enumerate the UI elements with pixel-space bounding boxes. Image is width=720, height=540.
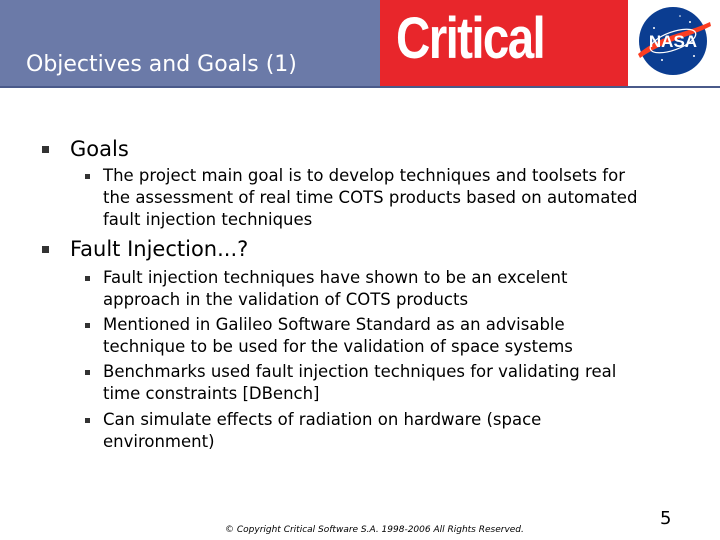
copyright-notice: © Copyright Critical Software S.A. 1998-… (225, 525, 524, 535)
sub-bullet-marker (85, 323, 90, 328)
bullet-line: the assessment of real time COTS product… (103, 188, 638, 207)
nasa-logo-text: NASA (649, 32, 697, 51)
fault-injection-bullet-1: Fault injection techniques have shown to… (103, 267, 567, 311)
slide-title: Objectives and Goals (1) (26, 52, 297, 77)
bullet-line: fault injection techniques (103, 210, 313, 229)
bullet-line: environment) (103, 432, 215, 451)
bullet-line: The project main goal is to develop tech… (103, 166, 625, 185)
header-rule (0, 86, 720, 88)
fault-injection-bullet-3: Benchmarks used fault injection techniqu… (103, 361, 616, 405)
bullet-marker (42, 246, 49, 253)
bullet-line: technique to be used for the validation … (103, 337, 573, 356)
fault-injection-bullet-2: Mentioned in Galileo Software Standard a… (103, 314, 573, 358)
sub-bullet-marker (85, 174, 90, 179)
sub-bullet-marker (85, 418, 90, 423)
nasa-logo: NASA (638, 7, 711, 75)
sub-bullet-marker (85, 276, 90, 281)
bullet-line: Fault injection techniques have shown to… (103, 268, 568, 287)
critical-logo: Critical (396, 6, 546, 71)
bullet-line: Benchmarks used fault injection techniqu… (103, 362, 617, 381)
bullet-line: Can simulate effects of radiation on har… (103, 410, 542, 429)
bullet-line: approach in the validation of COTS produ… (103, 290, 469, 309)
slide-header: Objectives and Goals (1) Critical NASA (0, 0, 720, 88)
fault-injection-bullet-4: Can simulate effects of radiation on har… (103, 409, 541, 453)
section-heading-fault-injection: Fault Injection...? (70, 237, 249, 261)
goals-bullet-1: The project main goal is to develop tech… (103, 165, 637, 231)
section-heading-goals: Goals (70, 137, 129, 161)
sub-bullet-marker (85, 370, 90, 375)
bullet-marker (42, 146, 49, 153)
bullet-line: Mentioned in Galileo Software Standard a… (103, 315, 565, 334)
page-number: 5 (660, 508, 672, 529)
bullet-line: time constraints [DBench] (103, 384, 320, 403)
